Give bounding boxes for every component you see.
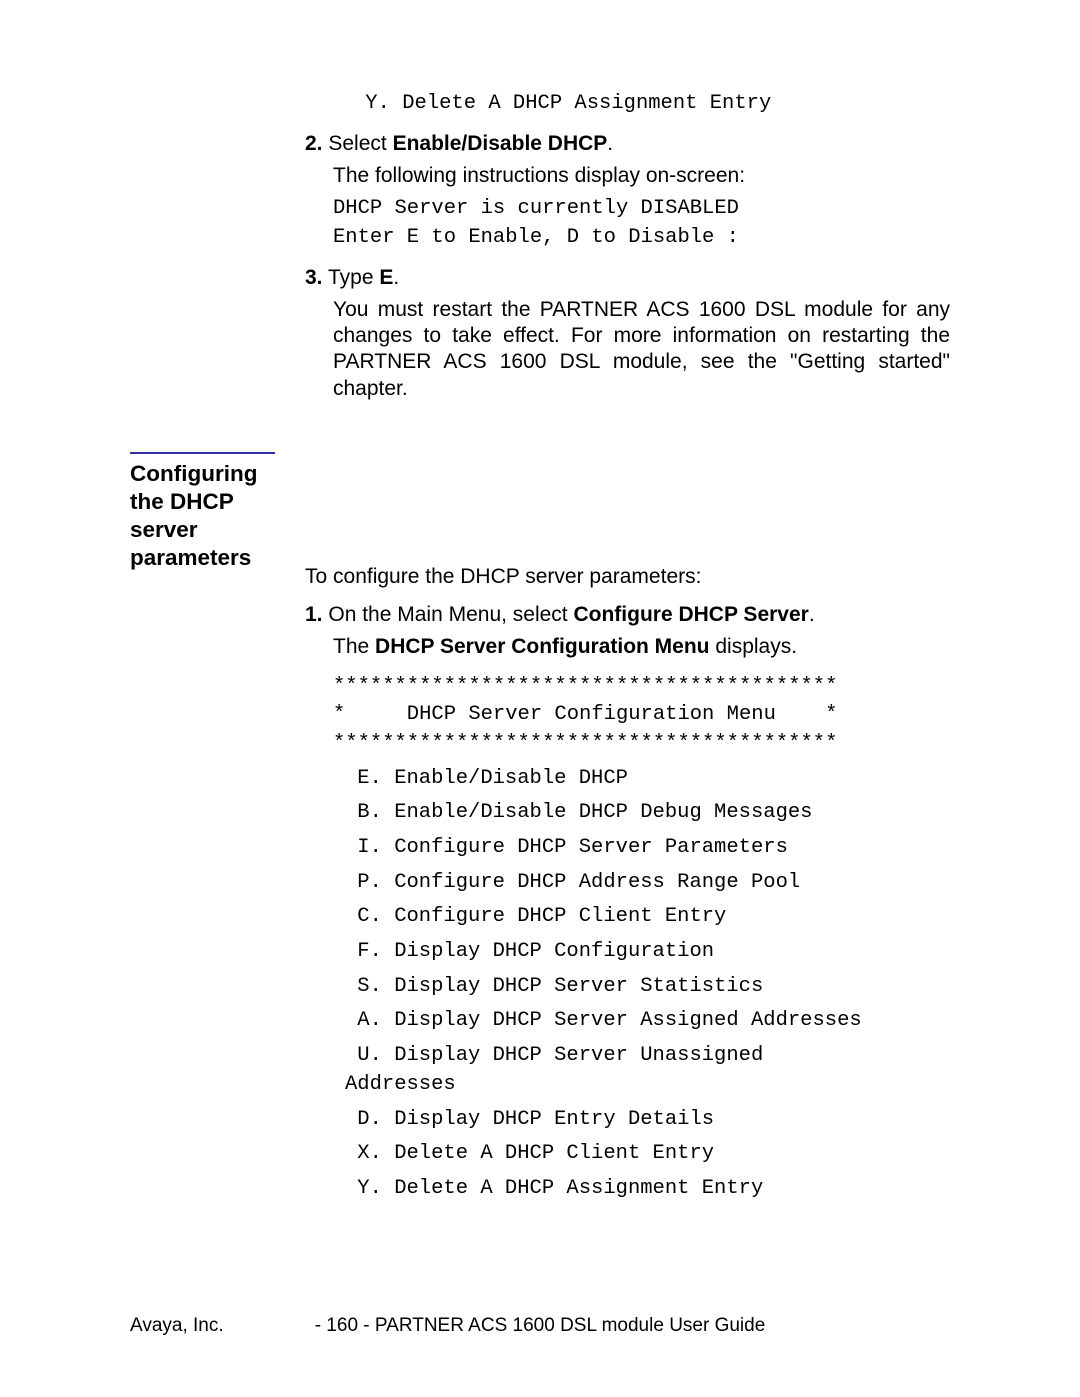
step-2-follow: The following instructions display on-sc… bbox=[333, 163, 950, 189]
menu-border-bottom: ****************************************… bbox=[333, 730, 950, 759]
step-1-line2-bold: DHCP Server Configuration Menu bbox=[375, 635, 709, 658]
menu-item-u-line1: U. Display DHCP Server Unassigned bbox=[345, 1042, 950, 1071]
menu-item-a: A. Display DHCP Server Assigned Addresse… bbox=[345, 1007, 950, 1036]
step-1-line2: The DHCP Server Configuration Menu displ… bbox=[333, 634, 950, 660]
menu-item-x: X. Delete A DHCP Client Entry bbox=[345, 1140, 950, 1169]
mono-prompt: Enter E to Enable, D to Disable : bbox=[333, 224, 950, 253]
footer-page-number: - 160 - bbox=[315, 1315, 370, 1336]
step-3-prefix: Type bbox=[328, 266, 379, 289]
step-3-paragraph: You must restart the PARTNER ACS 1600 DS… bbox=[333, 297, 950, 402]
step-1-line2-prefix: The bbox=[333, 635, 375, 658]
step-3-number: 3. bbox=[305, 266, 323, 289]
step-1-line: 1. On the Main Menu, select Configure DH… bbox=[305, 602, 950, 628]
menu-item-e: E. Enable/Disable DHCP bbox=[345, 765, 950, 794]
menu-item-d: D. Display DHCP Entry Details bbox=[345, 1106, 950, 1135]
menu-item-c: C. Configure DHCP Client Entry bbox=[345, 903, 950, 932]
upper-content: Y. Delete A DHCP Assignment Entry 2. Sel… bbox=[130, 90, 950, 402]
step-2-prefix: Select bbox=[328, 132, 392, 155]
menu-border-top: ****************************************… bbox=[333, 673, 950, 702]
menu-item-p: P. Configure DHCP Address Range Pool bbox=[345, 869, 950, 898]
step-3-suffix: . bbox=[393, 266, 399, 289]
upper-left-margin bbox=[130, 90, 305, 402]
section-intro: To configure the DHCP server parameters: bbox=[305, 564, 950, 590]
menu-item-y: Y. Delete A DHCP Assignment Entry bbox=[345, 1175, 950, 1204]
menu-item-f: F. Display DHCP Configuration bbox=[345, 938, 950, 967]
step-1-suffix: . bbox=[809, 603, 815, 626]
step-1-number: 1. bbox=[305, 603, 323, 626]
step-1-line2-suffix: displays. bbox=[710, 635, 798, 658]
step-2-number: 2. bbox=[305, 132, 323, 155]
mono-disabled: DHCP Server is currently DISABLED bbox=[333, 195, 950, 224]
section-heading: Configuring the DHCP server parameters bbox=[130, 452, 275, 573]
menu-item-i: I. Configure DHCP Server Parameters bbox=[345, 834, 950, 863]
step-1-bold: Configure DHCP Server bbox=[573, 603, 808, 626]
section-heading-col: Configuring the DHCP server parameters bbox=[130, 452, 305, 1204]
section-configuring-dhcp: Configuring the DHCP server parameters T… bbox=[130, 452, 950, 1204]
step-2-suffix: . bbox=[607, 132, 613, 155]
section-body: To configure the DHCP server parameters:… bbox=[305, 452, 950, 1204]
step-3-bold: E bbox=[379, 266, 393, 289]
step-2-bold: Enable/Disable DHCP bbox=[393, 132, 608, 155]
footer-doc-title: PARTNER ACS 1600 DSL module User Guide bbox=[375, 1315, 765, 1336]
mono-delete-assignment-top: Y. Delete A DHCP Assignment Entry bbox=[353, 90, 950, 119]
menu-item-u-line2: Addresses bbox=[345, 1071, 950, 1100]
upper-body: Y. Delete A DHCP Assignment Entry 2. Sel… bbox=[305, 90, 950, 402]
menu-item-s: S. Display DHCP Server Statistics bbox=[345, 973, 950, 1002]
step-1-prefix: On the Main Menu, select bbox=[328, 603, 573, 626]
menu-item-b: B. Enable/Disable DHCP Debug Messages bbox=[345, 799, 950, 828]
page-footer: Avaya, Inc. - 160 - PARTNER ACS 1600 DSL… bbox=[130, 1315, 950, 1337]
step-3-line: 3. Type E. bbox=[305, 265, 950, 291]
step-2-line: 2. Select Enable/Disable DHCP. bbox=[305, 131, 950, 157]
document-page: Y. Delete A DHCP Assignment Entry 2. Sel… bbox=[0, 0, 1080, 1397]
menu-title: * DHCP Server Configuration Menu * bbox=[333, 701, 950, 730]
